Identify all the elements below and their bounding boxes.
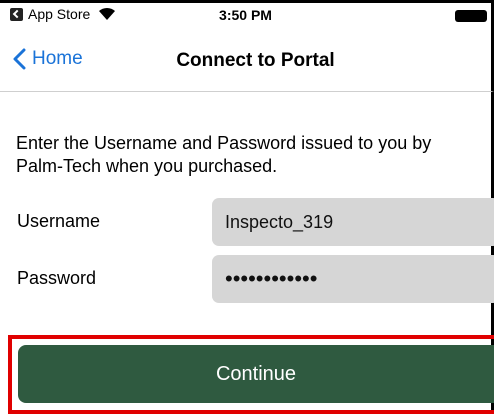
battery-icon: [455, 10, 487, 22]
status-bar: App Store 3:50 PM: [0, 0, 494, 28]
password-input[interactable]: ••••••••••••: [212, 255, 494, 303]
password-label: Password: [17, 268, 97, 288]
status-time: 3:50 PM: [219, 7, 272, 23]
username-label: Username: [17, 211, 101, 231]
username-input[interactable]: Inspecto_319: [212, 198, 494, 246]
username-row: Username Inspecto_319: [0, 198, 494, 246]
connect-portal-screen: App Store 3:50 PM Home Connect to Portal…: [0, 0, 494, 414]
continue-button[interactable]: Continue: [18, 345, 494, 403]
instructions-text: Enter the Username and Password issued t…: [16, 133, 432, 176]
page-title: Connect to Portal: [176, 50, 335, 71]
navigation-bar: Home Connect to Portal: [0, 28, 494, 92]
password-row: Password ••••••••••••: [0, 255, 494, 303]
